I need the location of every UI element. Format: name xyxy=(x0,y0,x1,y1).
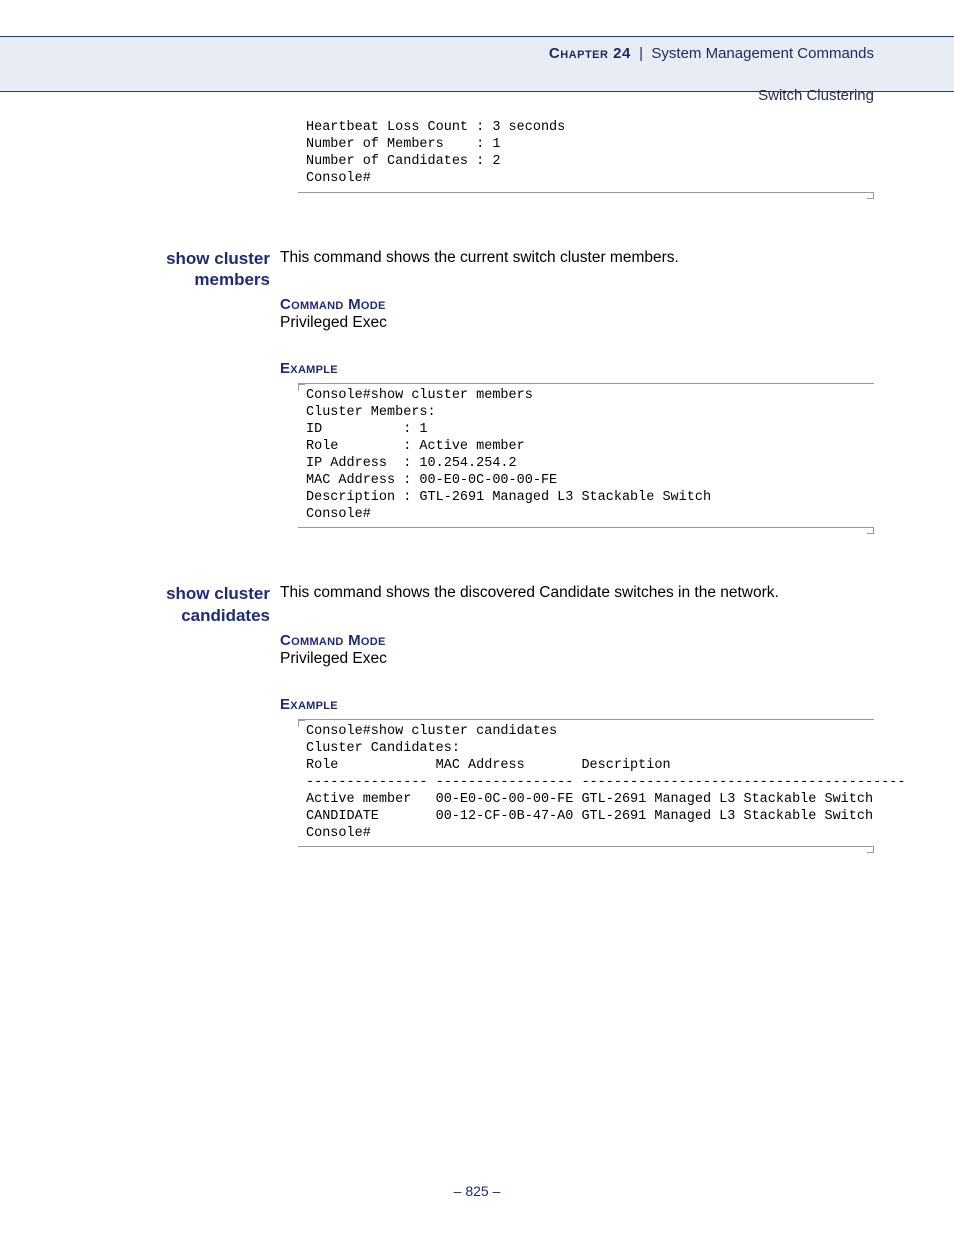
page-header: Chapter 24 | System Management Commands … xyxy=(0,36,954,92)
code-rule xyxy=(298,719,874,720)
chapter-label: Chapter 24 xyxy=(549,45,631,62)
command-section: show cluster members This command shows … xyxy=(150,248,874,529)
command-section: show cluster candidates This command sho… xyxy=(150,583,874,847)
header-text: Chapter 24 | System Management Commands … xyxy=(524,22,874,106)
example-label: Example xyxy=(280,696,874,713)
code-rule xyxy=(298,383,874,384)
example-label: Example xyxy=(280,360,874,377)
command-name: show cluster members xyxy=(145,248,270,291)
command-mode-value: Privileged Exec xyxy=(280,314,874,332)
page-number: – 825 – xyxy=(0,1183,954,1199)
header-subtitle: Switch Clustering xyxy=(524,85,874,106)
command-mode-label: Command Mode xyxy=(280,296,874,313)
code-rule xyxy=(298,192,874,193)
command-name: show cluster candidates xyxy=(145,583,270,626)
code-block-example: Console#show cluster candidates Cluster … xyxy=(298,724,874,842)
code-rule xyxy=(298,846,874,847)
command-description: This command shows the discovered Candid… xyxy=(280,583,874,604)
code-rule xyxy=(298,527,874,528)
code-block-example: Console#show cluster members Cluster Mem… xyxy=(298,388,874,523)
code-block-intro: Heartbeat Loss Count : 3 seconds Number … xyxy=(298,120,874,188)
chapter-title: System Management Commands xyxy=(651,45,874,62)
command-mode-label: Command Mode xyxy=(280,632,874,649)
header-separator: | xyxy=(631,45,652,62)
page-content: Heartbeat Loss Count : 3 seconds Number … xyxy=(0,120,954,847)
command-mode-value: Privileged Exec xyxy=(280,650,874,668)
command-description: This command shows the current switch cl… xyxy=(280,248,874,269)
